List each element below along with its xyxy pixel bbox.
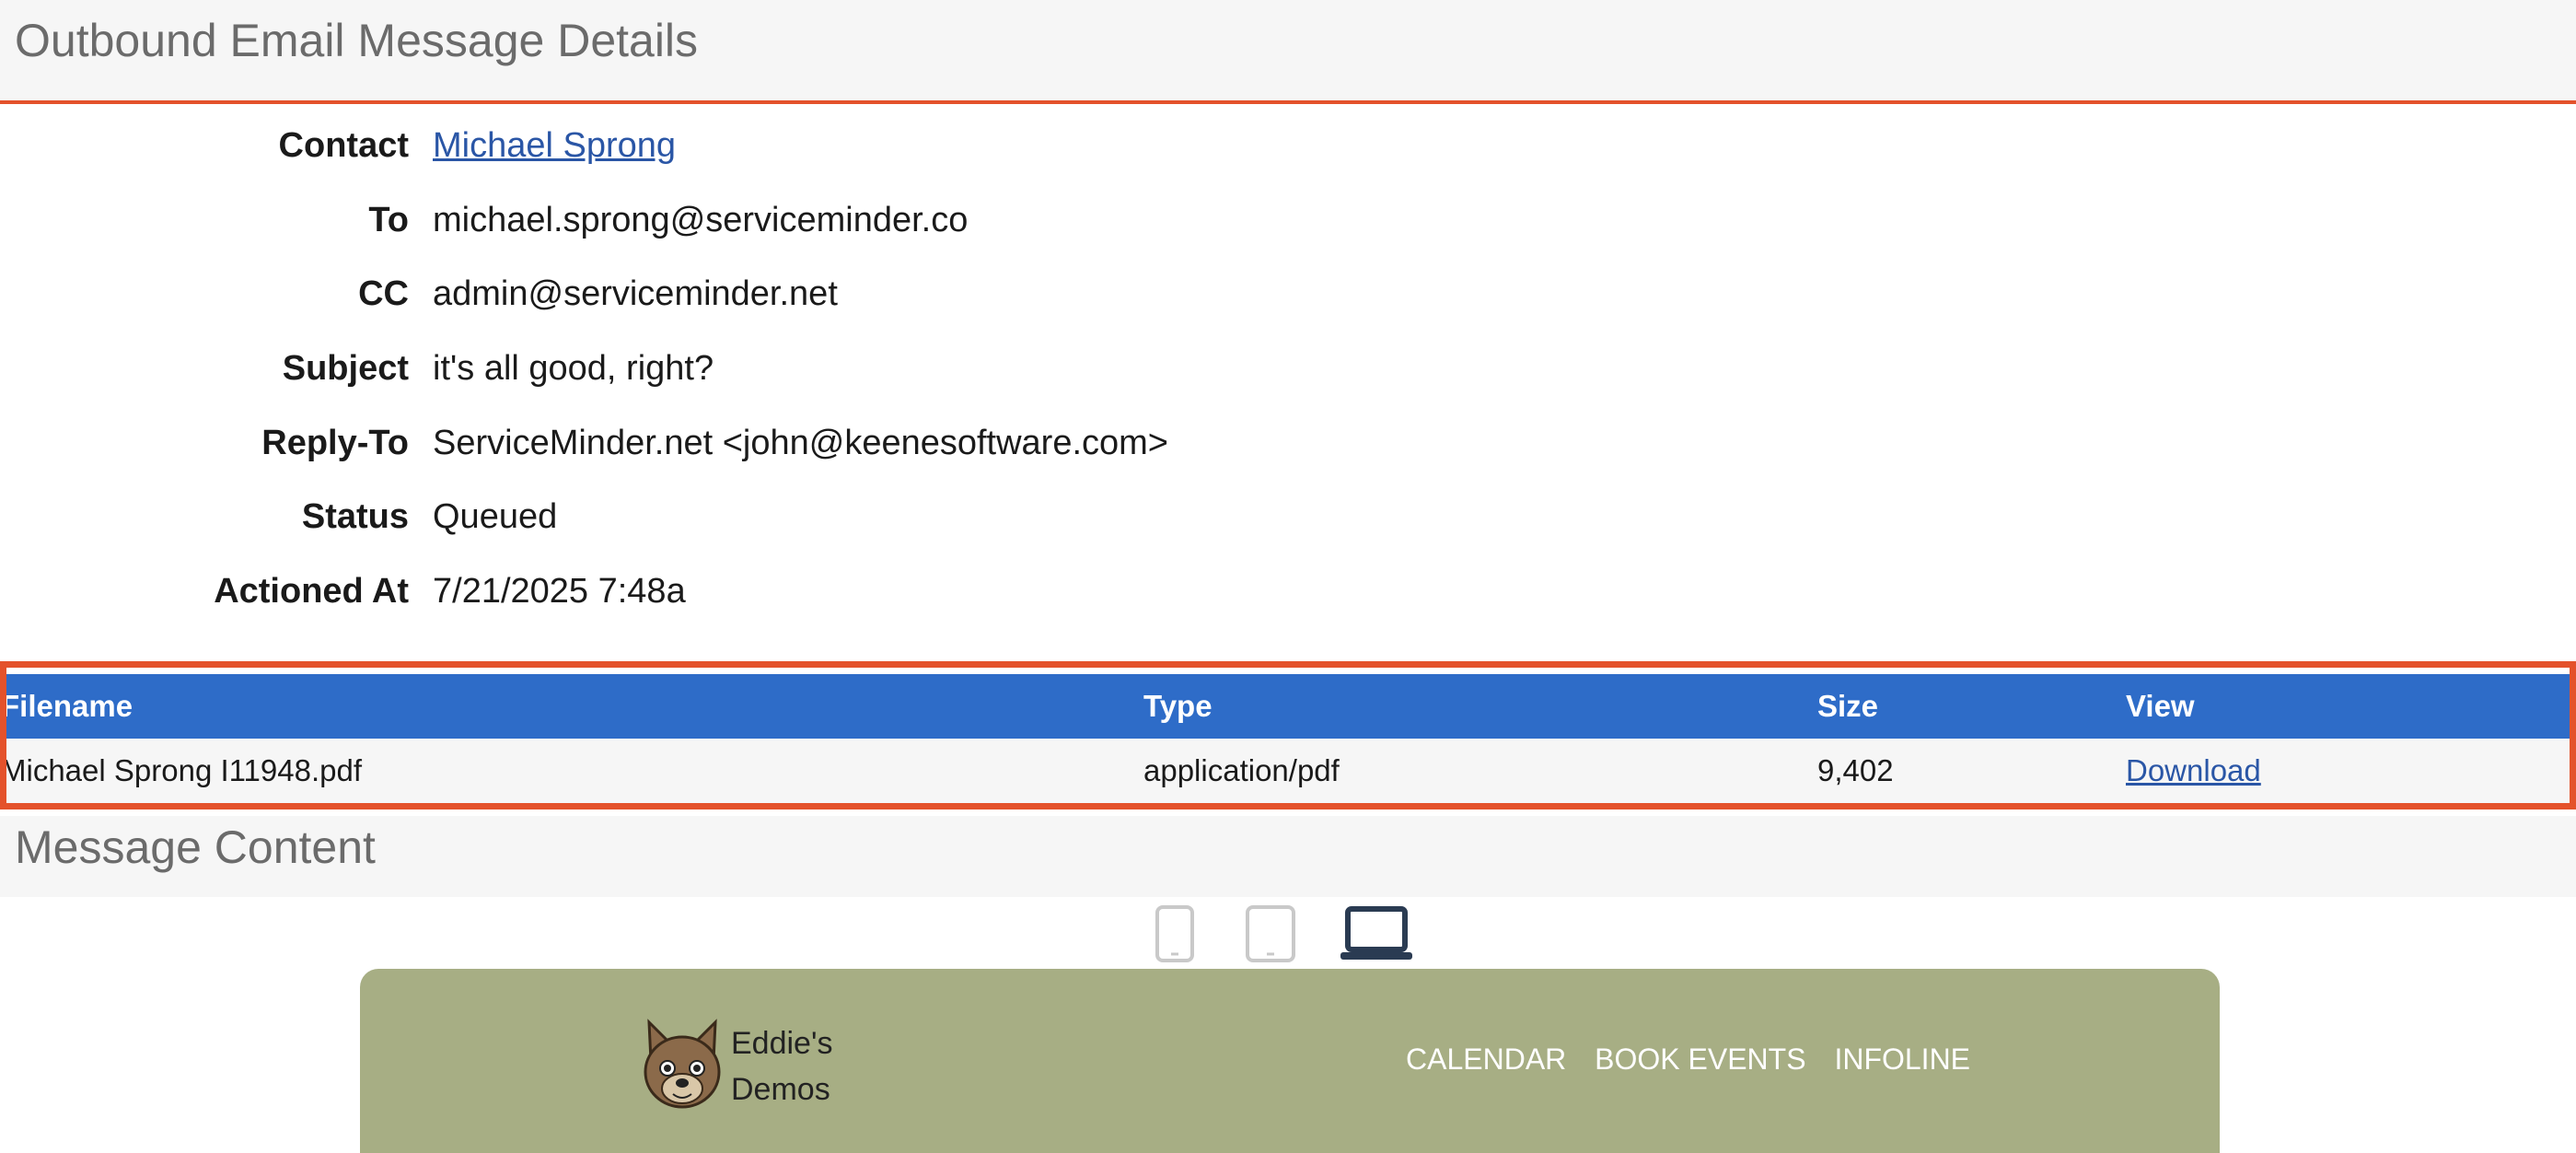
detail-row-contact: Contact Michael Sprong: [0, 109, 2576, 183]
laptop-icon[interactable]: [1340, 906, 1413, 968]
actioned-at-label: Actioned At: [214, 572, 409, 611]
contact-label: Contact: [278, 126, 409, 165]
column-header-filename: Filename: [1, 689, 133, 723]
mobile-portrait-icon[interactable]: [1155, 904, 1195, 968]
detail-row-subject: Subject it's all good, right?: [0, 332, 2576, 406]
attachment-size: 9,402: [1817, 753, 1894, 787]
detail-row-cc: CC admin@serviceminder.net: [0, 257, 2576, 332]
reply-to-value: ServiceMinder.net <john@keenesoftware.co…: [433, 423, 1169, 462]
attachment-type: application/pdf: [1143, 753, 1340, 787]
detail-row-actioned-at: Actioned At 7/21/2025 7:48a: [0, 554, 2576, 629]
actioned-at-value: 7/21/2025 7:48a: [433, 572, 686, 611]
status-value: Queued: [433, 497, 558, 537]
brand-line-2: Demos: [731, 1072, 830, 1107]
download-link[interactable]: Download: [2126, 739, 2261, 803]
attachments-header-row: Filename Type Size View: [6, 674, 2570, 739]
attachment-filename: Michael Sprong I11948.pdf: [1, 753, 362, 787]
page-title-bar: Outbound Email Message Details: [0, 0, 2576, 104]
email-preview-banner: Eddie's Demos CALENDAR BOOK EVENTS INFOL…: [360, 969, 2220, 1153]
page-title: Outbound Email Message Details: [15, 15, 699, 66]
column-header-view: View: [2126, 689, 2195, 723]
message-details: Contact Michael Sprong To michael.sprong…: [0, 109, 2576, 629]
column-header-size: Size: [1817, 689, 1879, 723]
device-preview-toggle: [0, 904, 2576, 969]
bulldog-icon: [636, 1013, 728, 1119]
nav-calendar[interactable]: CALENDAR: [1406, 1042, 1566, 1076]
to-label: To: [368, 200, 409, 239]
table-row: Michael Sprong I11948.pdf application/pd…: [6, 739, 2570, 803]
detail-row-reply-to: Reply-To ServiceMinder.net <john@keeneso…: [0, 406, 2576, 481]
preview-nav: CALENDAR BOOK EVENTS INFOLINE: [1406, 1042, 1990, 1077]
cc-label: CC: [358, 274, 409, 314]
contact-link[interactable]: Michael Sprong: [433, 109, 676, 182]
detail-row-to: To michael.sprong@serviceminder.co: [0, 183, 2576, 258]
to-value: michael.sprong@serviceminder.co: [433, 200, 969, 239]
nav-book-events[interactable]: BOOK EVENTS: [1595, 1042, 1805, 1076]
nav-infoline[interactable]: INFOLINE: [1834, 1042, 1970, 1076]
subject-label: Subject: [282, 349, 409, 389]
status-label: Status: [301, 497, 409, 537]
brand-name: Eddie's Demos: [731, 1020, 832, 1112]
detail-row-status: Status Queued: [0, 480, 2576, 554]
attachments-table: Filename Type Size View Michael Sprong I…: [0, 661, 2576, 809]
cc-value: admin@serviceminder.net: [433, 274, 838, 314]
brand-line-1: Eddie's: [731, 1026, 833, 1061]
message-content-header: Message Content: [0, 816, 2576, 897]
column-header-type: Type: [1143, 689, 1213, 723]
subject-value: it's all good, right?: [433, 349, 714, 389]
reply-to-label: Reply-To: [261, 423, 409, 462]
tablet-icon[interactable]: [1245, 904, 1296, 968]
message-content-title: Message Content: [15, 821, 376, 873]
